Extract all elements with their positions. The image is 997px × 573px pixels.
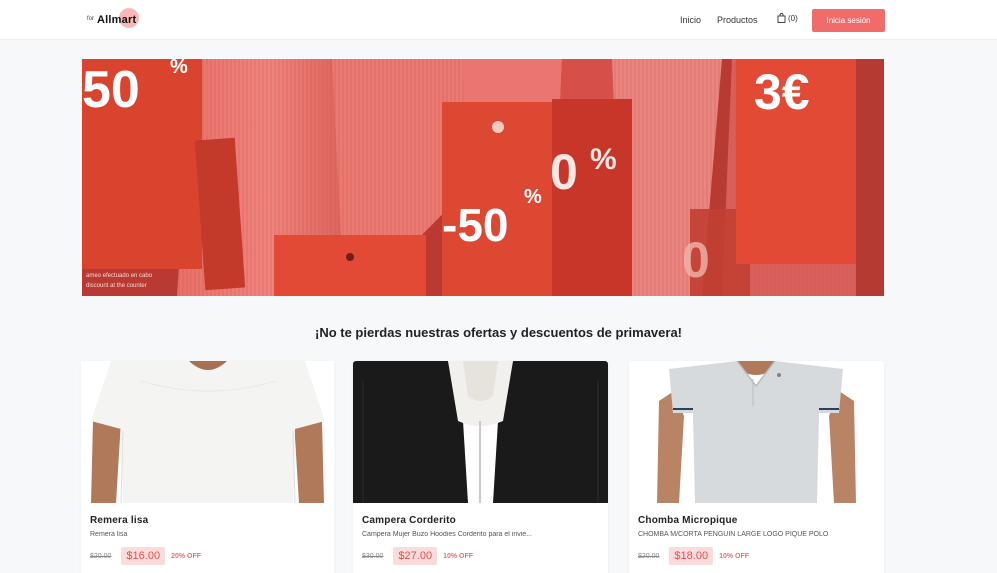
svg-text:3€: 3€ — [754, 64, 810, 120]
svg-text:ameo efectuado en cabo: ameo efectuado en cabo — [86, 273, 153, 279]
svg-text:0: 0 — [682, 232, 710, 288]
price-tag-mid-right: 0 % — [550, 99, 632, 296]
product-description: CHOMBA M/CORTA PENGUIN LARGE LOGO PIQUE … — [638, 531, 829, 538]
logo[interactable]: for Allmart — [87, 8, 140, 28]
price-tag-left: 50 % ameo efectuado en cabo discount at … — [82, 59, 202, 289]
product-image[interactable] — [629, 361, 884, 503]
svg-text:discount at the counter: discount at the counter — [86, 283, 147, 289]
shopping-bag-icon — [777, 13, 786, 23]
cart-count: (0) — [788, 13, 798, 23]
product-card[interactable]: Campera Corderito Campera Mujer Buzo Hoo… — [353, 361, 608, 573]
hero-image: 50 % ameo efectuado en cabo discount at … — [82, 59, 884, 296]
product-title[interactable]: Campera Corderito — [362, 515, 599, 526]
current-price: $27.00 — [393, 547, 438, 565]
product-description: Remera lisa — [90, 531, 128, 538]
old-price: $20.00 — [638, 552, 660, 560]
old-price: $20.00 — [90, 552, 112, 560]
promo-heading: ¡No te pierdas nuestras ofertas y descue… — [314, 325, 682, 340]
product-image[interactable] — [81, 361, 334, 503]
price-tag-center: -50 % — [442, 102, 552, 296]
login-button[interactable]: Inicia sesión — [812, 9, 885, 32]
discount-badge: 20% OFF — [171, 552, 202, 560]
site-header: for Allmart Inicio Productos (0) Inicia … — [0, 0, 997, 40]
svg-text:50: 50 — [82, 61, 140, 119]
logo-text: Allmart — [97, 14, 137, 26]
product-card[interactable]: Chomba Micropique CHOMBA M/CORTA PENGUIN… — [629, 361, 884, 573]
product-description: Campera Mujer Buzo Hoodies Corderito par… — [362, 531, 533, 538]
svg-text:%: % — [170, 59, 188, 78]
cart-button[interactable]: (0) — [777, 13, 798, 23]
discount-badge: 10% OFF — [443, 552, 474, 560]
old-price: $30.00 — [362, 552, 384, 560]
product-title[interactable]: Chomba Micropique — [638, 515, 875, 526]
current-price: $16.00 — [121, 547, 166, 565]
svg-text:0: 0 — [550, 144, 578, 200]
logo-prefix: for — [87, 16, 95, 22]
discount-badge: 10% OFF — [719, 552, 750, 560]
hero-banner: 50 % ameo efectuado en cabo discount at … — [82, 59, 884, 296]
price-tag-right: 3€ — [736, 59, 856, 264]
svg-text:%: % — [590, 143, 617, 176]
current-price: $18.00 — [669, 547, 714, 565]
nav-products-link[interactable]: Productos — [717, 15, 758, 25]
product-image[interactable] — [353, 361, 608, 503]
svg-text:-50: -50 — [442, 199, 508, 251]
product-card[interactable]: Remera lisa Remera lisa $20.00 $16.00 20… — [81, 361, 334, 573]
product-title[interactable]: Remera lisa — [90, 515, 325, 526]
svg-text:%: % — [524, 186, 542, 208]
nav-home-link[interactable]: Inicio — [680, 15, 701, 25]
